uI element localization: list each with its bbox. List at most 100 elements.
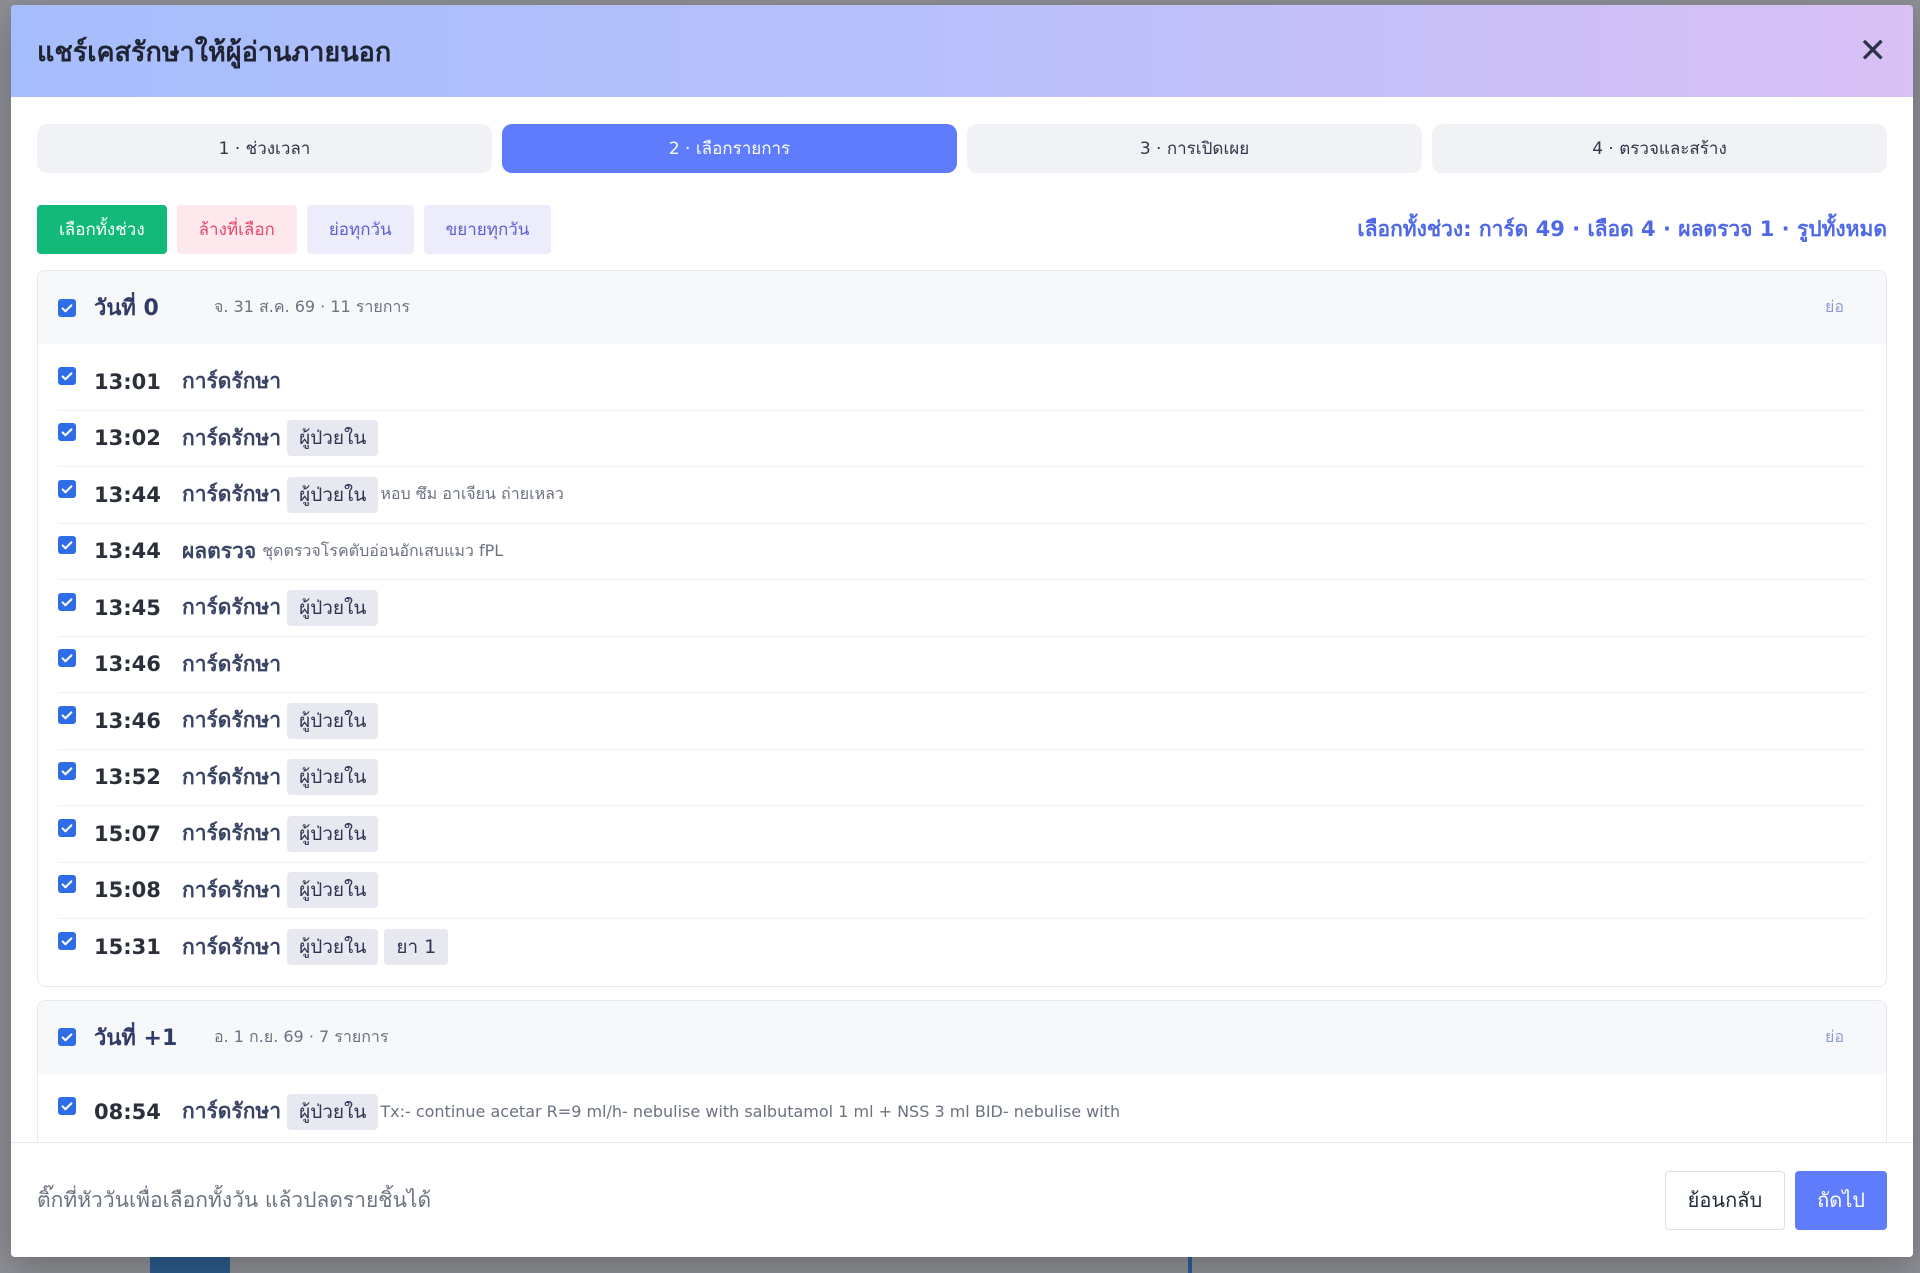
day-checkbox[interactable] xyxy=(58,1028,76,1046)
entry-row[interactable]: 08:54 การ์ดรักษา ผู้ป่วยใน Tx:- continue ac… xyxy=(58,1084,1866,1141)
check-icon xyxy=(61,937,73,946)
entry-row[interactable]: 15:31 การ์ดรักษา ผู้ป่วยใน ยา 1 xyxy=(58,919,1866,976)
clear-selected-button[interactable]: ล้างที่เลือก xyxy=(176,205,297,254)
check-icon xyxy=(61,880,73,889)
entry-kind: การ์ดรักษา xyxy=(182,369,282,394)
entry-row[interactable]: 15:08 การ์ดรักษา ผู้ป่วยใน xyxy=(58,863,1866,919)
entry-time: 13:44 xyxy=(94,539,161,564)
entry-checkbox[interactable] xyxy=(58,423,76,442)
entry-checkbox[interactable] xyxy=(58,479,76,498)
entry-tag: ผู้ป่วยใน xyxy=(287,420,379,457)
entry-checkbox[interactable] xyxy=(58,932,76,951)
check-icon xyxy=(61,541,73,550)
select-all-button[interactable]: เลือกทั้งช่วง xyxy=(37,205,167,254)
entry-time: 08:54 xyxy=(94,1099,161,1124)
entry-time: 15:07 xyxy=(94,821,161,846)
step-tab-2[interactable]: 2 · เลือกรายการ xyxy=(502,124,957,173)
entry-row[interactable]: 13:46 การ์ดรักษา ผู้ป่วยใน xyxy=(58,693,1866,750)
entry-row[interactable]: 13:45 การ์ดรักษา ผู้ป่วยใน xyxy=(58,580,1866,637)
entry-kind: การ์ดรักษา xyxy=(182,595,282,620)
entry-row[interactable]: 13:02 การ์ดรักษา ผู้ป่วยใน xyxy=(58,411,1866,467)
entry-checkbox[interactable] xyxy=(58,592,76,611)
entry-kind: การ์ดรักษา xyxy=(182,708,282,733)
entry-note: หอบ ซึม อาเจียน ถ่ายเหลว xyxy=(380,484,564,504)
entry-checkbox[interactable] xyxy=(58,649,76,668)
entry-kind: การ์ดรักษา xyxy=(182,877,282,902)
check-icon xyxy=(61,1102,73,1111)
entry-tag: ผู้ป่วยใน xyxy=(287,929,379,966)
entry-time: 13:52 xyxy=(94,765,161,790)
check-icon xyxy=(61,372,73,381)
entry-row[interactable]: 13:44 ผลตรวจ ชุดตรวจโรคตับอ่อนอักเสบแมว fP… xyxy=(58,524,1866,580)
entry-kind: การ์ดรักษา xyxy=(182,482,282,507)
entry-note: Tx:- continue acetar R=9 ml/h- nebulise … xyxy=(380,1102,1121,1122)
check-icon xyxy=(61,303,73,312)
day-group: วันที่ +1 อ. 1 ก.ย. 69 · 7 รายการ ย่อ 08:54… xyxy=(37,999,1887,1142)
entry-kind: การ์ดรักษา xyxy=(182,1099,282,1124)
entry-checkbox[interactable] xyxy=(58,705,76,724)
entry-row[interactable]: 13:01 การ์ดรักษา xyxy=(58,354,1866,411)
step-tab-1[interactable]: 1 · ช่วงเวลา xyxy=(37,124,492,173)
entry-checkbox[interactable] xyxy=(58,1096,76,1115)
entry-time: 13:02 xyxy=(94,426,161,451)
entry-time: 13:46 xyxy=(94,652,161,677)
modal-title: แชร์เคสรักษาให้ผู้อ่านภายนอก xyxy=(37,36,392,68)
check-icon xyxy=(61,711,73,720)
entry-kind: ผลตรวจ xyxy=(182,538,257,563)
entry-kind: การ์ดรักษา xyxy=(182,821,282,846)
day-collapse-toggle[interactable]: ย่อ xyxy=(1825,1025,1844,1050)
entry-list: 13:01 การ์ดรักษา 13:02 การ์ดรักษา ผู้ป่วยใน 1… xyxy=(38,344,1886,986)
day-header: วันที่ +1 อ. 1 ก.ย. 69 · 7 รายการ ย่อ xyxy=(38,1000,1886,1074)
entry-checkbox[interactable] xyxy=(58,366,76,385)
stepper: 1 · ช่วงเวลา 2 · เลือกรายการ 3 · การเปิดเผ… xyxy=(11,97,1913,173)
entry-row[interactable]: 13:52 การ์ดรักษา ผู้ป่วยใน xyxy=(58,750,1866,806)
entry-time: 13:01 xyxy=(94,369,161,394)
day-subtitle: อ. 1 ก.ย. 69 · 7 รายการ xyxy=(214,1026,389,1046)
check-icon xyxy=(61,767,73,776)
entry-kind: การ์ดรักษา xyxy=(182,764,282,789)
next-button[interactable]: ถัดไป xyxy=(1795,1170,1887,1230)
day-label: วันที่ 0 xyxy=(94,296,159,321)
check-icon xyxy=(61,1033,73,1042)
share-case-modal: แชร์เคสรักษาให้ผู้อ่านภายนอก ✕ 1 · ช่วงเ… xyxy=(11,5,1913,1257)
back-button[interactable]: ย้อนกลับ xyxy=(1664,1170,1786,1230)
entry-checkbox[interactable] xyxy=(58,536,76,555)
entry-checkbox[interactable] xyxy=(58,875,76,894)
entry-tag: ผู้ป่วยใน xyxy=(287,1093,379,1130)
day-list[interactable]: วันที่ 0 จ. 31 ส.ค. 69 · 11 รายการ ย่อ 13:0… xyxy=(11,270,1913,1142)
entry-tag: ผู้ป่วยใน xyxy=(287,759,379,796)
expand-all-button[interactable]: ขยายทุกวัน xyxy=(423,205,552,254)
day-checkbox[interactable] xyxy=(58,298,76,317)
entry-checkbox[interactable] xyxy=(58,762,76,781)
entry-time: 13:45 xyxy=(94,595,161,620)
entry-row[interactable]: 15:07 การ์ดรักษา ผู้ป่วยใน xyxy=(58,806,1866,863)
entry-checkbox[interactable] xyxy=(58,818,76,837)
check-icon xyxy=(61,654,73,663)
day-subtitle: จ. 31 ส.ค. 69 · 11 รายการ xyxy=(214,297,410,316)
check-icon xyxy=(61,598,73,607)
collapse-all-button[interactable]: ย่อทุกวัน xyxy=(306,205,414,254)
step-tab-3[interactable]: 3 · การเปิดเผย xyxy=(967,124,1422,173)
check-icon xyxy=(61,824,73,833)
entry-tag: ยา 1 xyxy=(384,929,449,966)
day-label: วันที่ +1 xyxy=(94,1025,178,1051)
entry-time: 13:44 xyxy=(94,482,161,507)
entry-row[interactable]: 13:44 การ์ดรักษา ผู้ป่วยใน หอบ ซึม อาเจียน … xyxy=(58,467,1866,524)
entry-tag: ผู้ป่วยใน xyxy=(287,815,379,852)
entry-time: 13:46 xyxy=(94,708,161,733)
toolbar: เลือกทั้งช่วง ล้างที่เลือก ย่อทุกวัน ขยา… xyxy=(11,173,1913,254)
entry-time: 15:31 xyxy=(94,935,161,960)
entry-kind: การ์ดรักษา xyxy=(182,651,282,676)
modal-footer: ติ๊กที่หัววันเพื่อเลือกทั้งวัน แล้วปลดรา… xyxy=(11,1142,1913,1257)
day-collapse-toggle[interactable]: ย่อ xyxy=(1825,295,1844,320)
step-tab-4[interactable]: 4 · ตรวจและสร้าง xyxy=(1432,124,1887,173)
footer-hint: ติ๊กที่หัววันเพื่อเลือกทั้งวัน แล้วปลดรา… xyxy=(37,1187,432,1212)
entry-note: ชุดตรวจโรคตับอ่อนอักเสบแมว fPL xyxy=(262,540,504,560)
check-icon xyxy=(61,485,73,494)
close-icon[interactable]: ✕ xyxy=(1859,34,1888,68)
entry-kind: การ์ดรักษา xyxy=(182,934,282,959)
entry-row[interactable]: 13:46 การ์ดรักษา xyxy=(58,637,1866,693)
entry-tag: ผู้ป่วยใน xyxy=(287,476,379,513)
entry-kind: การ์ดรักษา xyxy=(182,425,282,450)
entry-tag: ผู้ป่วยใน xyxy=(287,702,379,739)
